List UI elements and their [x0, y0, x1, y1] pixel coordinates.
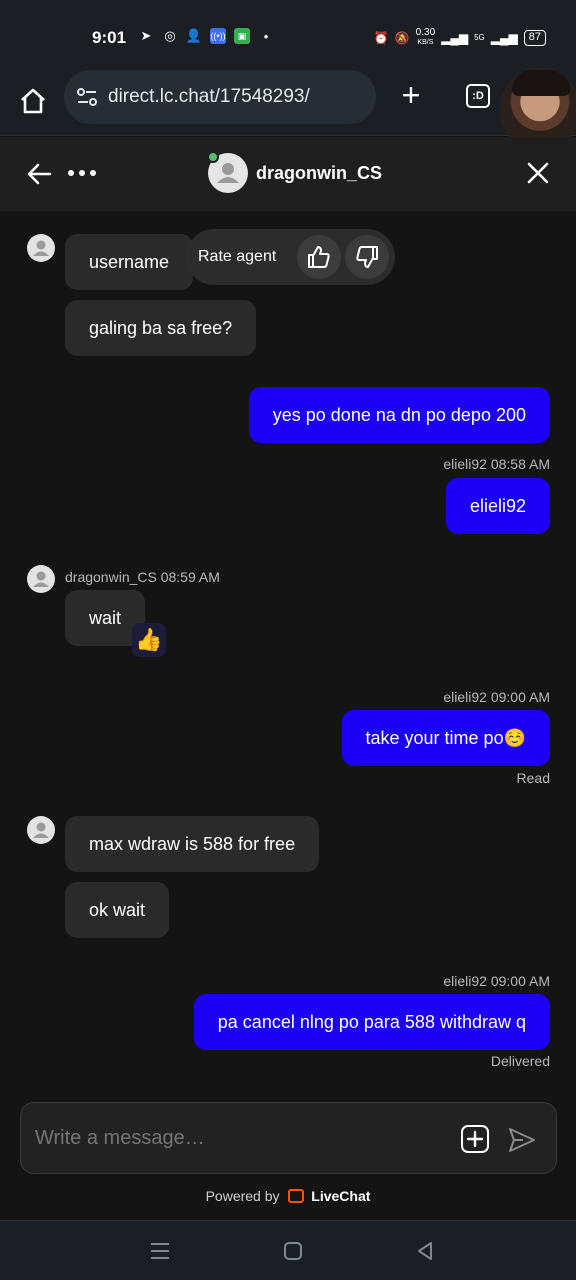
person-icon — [33, 240, 49, 256]
online-status-indicator — [207, 151, 219, 163]
message-bubble[interactable]: ok wait — [65, 882, 170, 938]
back-arrow-icon[interactable] — [26, 161, 52, 187]
read-receipt: Read — [516, 770, 550, 786]
net-speed: 0.30 KB/S — [416, 28, 435, 47]
recent-apps-icon[interactable] — [148, 1239, 172, 1263]
status-bar: 9:01 ➤ ◎ 👤 ((•)) ▣ • ⏰ 🔕 0.30 KB/S ▂▄▆ 5… — [0, 0, 576, 72]
plus-icon — [466, 1130, 484, 1148]
url-bar[interactable]: direct.lc.chat/17548293/ — [64, 70, 376, 124]
agent-avatar-small — [27, 816, 55, 844]
chat-header: dragonwin_CS — [0, 137, 576, 211]
add-contact-icon: 👤 — [185, 28, 203, 43]
message-meta: dragonwin_CS 08:59 AM — [65, 569, 220, 585]
chat-app-icon: ▣ — [234, 28, 250, 44]
home-nav-icon[interactable] — [281, 1239, 305, 1263]
message-meta: elieli92 08:58 AM — [443, 456, 550, 472]
message-bubble[interactable]: username — [65, 234, 194, 290]
back-nav-icon[interactable] — [413, 1239, 437, 1263]
new-tab-button[interactable]: + — [396, 79, 426, 112]
thumbs-down-icon — [356, 246, 378, 268]
home-icon[interactable] — [18, 86, 48, 116]
message-bubble[interactable]: yes po done na dn po depo 200 — [248, 387, 550, 443]
agent-avatar-small — [27, 234, 55, 262]
signal-icon: ▂▄▆ — [441, 30, 469, 45]
messenger-icon: ◎ — [164, 28, 176, 43]
url-text: direct.lc.chat/17548293/ — [108, 86, 310, 107]
message-list[interactable]: username Rate agent galing ba sa free? y… — [0, 211, 576, 1095]
livechat-logo-icon — [288, 1189, 305, 1203]
thumbs-up-icon — [308, 246, 330, 268]
message-bubble[interactable]: elieli92 — [445, 478, 550, 534]
agent-name: dragonwin_CS — [256, 163, 383, 183]
message-bubble[interactable]: pa cancel nlng po para 588 withdraw q — [193, 994, 550, 1050]
message-composer — [20, 1102, 557, 1174]
message-input[interactable] — [35, 1103, 435, 1173]
close-icon[interactable] — [526, 161, 550, 185]
status-time: 9:01 — [92, 28, 127, 47]
person-icon — [33, 571, 49, 587]
more-options-button[interactable] — [68, 170, 98, 178]
mute-icon: 🔕 — [394, 30, 410, 45]
network-type: 5G — [474, 33, 485, 42]
livechat-brand[interactable]: LiveChat — [311, 1188, 370, 1204]
person-icon — [33, 822, 49, 838]
powered-by-label: Powered by — [205, 1188, 280, 1204]
net-speed-unit: KB/S — [417, 39, 434, 46]
send-icon[interactable] — [507, 1125, 537, 1155]
attach-button[interactable] — [461, 1125, 489, 1153]
net-speed-value: 0.30 — [415, 27, 436, 38]
status-indicators: ⏰ 🔕 0.30 KB/S ▂▄▆ 5G ▂▄▆ 87 — [374, 28, 546, 47]
thumbs-up-button[interactable] — [297, 235, 341, 279]
thumbs-down-button[interactable] — [345, 235, 389, 279]
signal-icon-2: ▂▄▆ — [490, 30, 518, 45]
battery-icon: 87 — [523, 29, 546, 46]
message-meta: elieli92 09:00 AM — [443, 689, 550, 705]
reaction-badge[interactable]: 👍 — [132, 623, 166, 657]
more-notifications-icon: • — [263, 28, 269, 44]
alarm-icon: ⏰ — [373, 30, 389, 45]
tab-switcher-button[interactable]: :D — [466, 84, 490, 108]
rate-agent-label: Rate agent — [198, 248, 277, 265]
system-nav-bar — [0, 1220, 576, 1280]
rate-agent-popup: Rate agent — [186, 229, 395, 285]
powered-by: Powered by LiveChat — [0, 1188, 576, 1204]
message-bubble[interactable]: take your time po☺️ — [341, 710, 550, 766]
site-settings-icon[interactable] — [76, 86, 98, 108]
delivery-status: Delivered — [490, 1053, 550, 1069]
browser-toolbar: direct.lc.chat/17548293/ + :D — [0, 68, 576, 152]
agent-avatar-small — [27, 565, 55, 593]
broadcast-app-icon: ((•)) — [210, 28, 226, 44]
message-bubble[interactable]: galing ba sa free? — [65, 300, 257, 356]
notification-icons: ➤ ◎ 👤 ((•)) ▣ • — [138, 28, 274, 44]
message-bubble[interactable]: max wdraw is 588 for free — [65, 816, 320, 872]
telegram-icon: ➤ — [140, 28, 152, 43]
message-meta: elieli92 09:00 AM — [443, 973, 550, 989]
